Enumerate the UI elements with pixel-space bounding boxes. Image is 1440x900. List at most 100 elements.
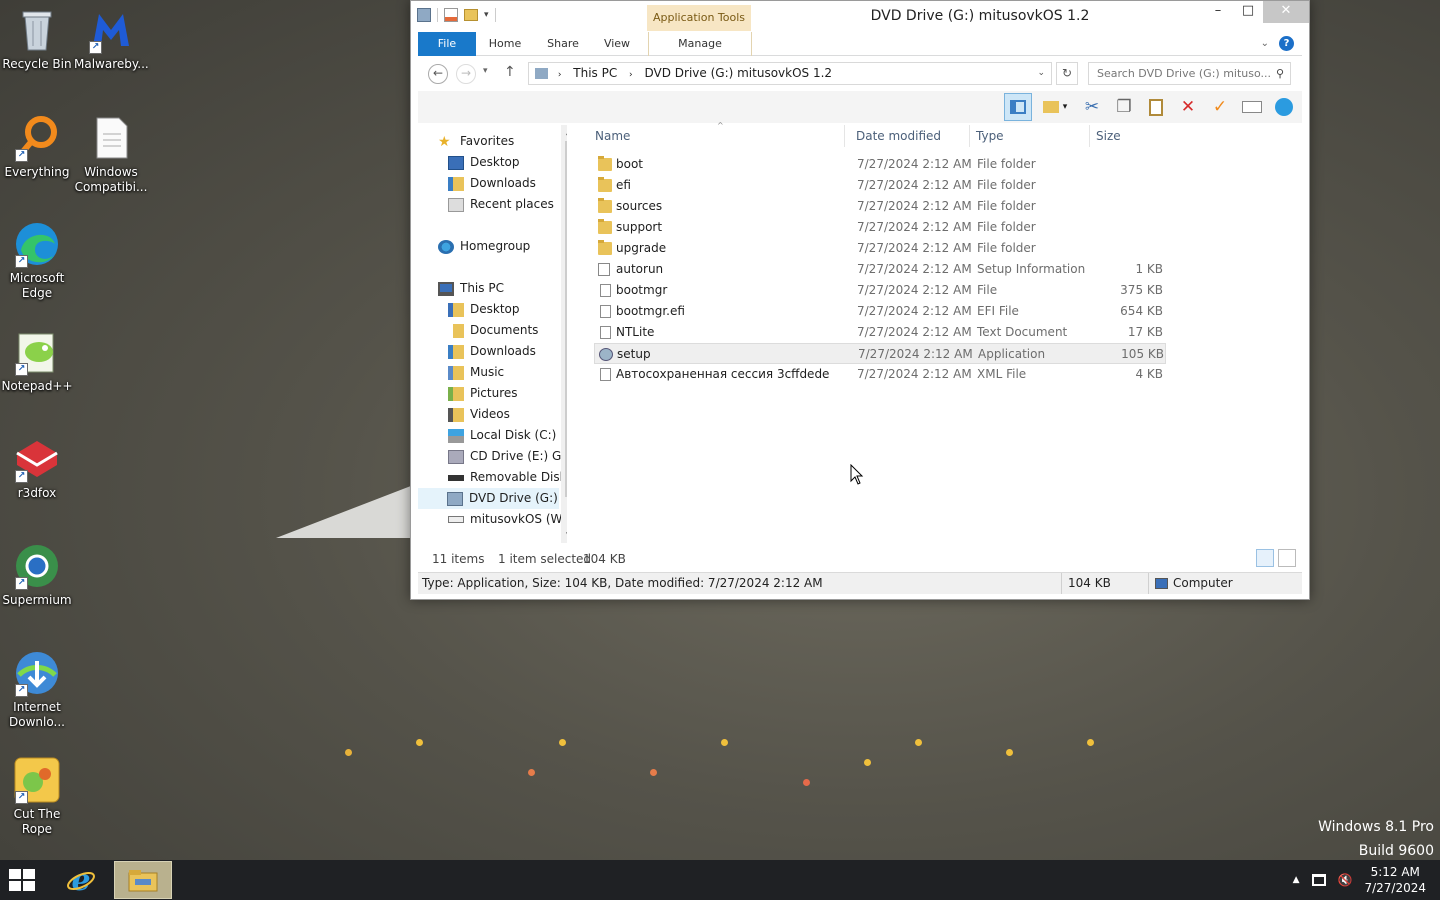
folder-icon <box>598 177 612 192</box>
open-with-icon[interactable]: ▾ <box>1036 93 1074 121</box>
file-row[interactable]: autorun 7/27/2024 2:12 AM Setup Informatio… <box>594 259 1166 280</box>
tab-share[interactable]: Share <box>538 32 588 56</box>
file-list[interactable]: ^ Name Date modified Type Size boot 7/27/… <box>589 121 1303 543</box>
nav-pc-videos[interactable]: Videos <box>448 404 567 425</box>
recent-locations-chevron-icon[interactable]: ▾ <box>483 66 488 76</box>
file-row[interactable]: efi 7/27/2024 2:12 AM File folder <box>594 175 1166 196</box>
wallpaper-dot <box>721 739 728 746</box>
nav-pc-downloads[interactable]: Downloads <box>448 341 567 362</box>
refresh-button[interactable]: ↻ <box>1056 62 1078 85</box>
globe-icon[interactable] <box>1270 93 1298 121</box>
search-icon[interactable]: ⚲ <box>1276 63 1284 84</box>
large-icons-view-button[interactable] <box>1278 549 1296 567</box>
up-arrow-icon[interactable]: ↑ <box>504 64 516 80</box>
cut-icon[interactable]: ✂ <box>1078 93 1106 121</box>
search-input[interactable]: Search DVD Drive (G:) mituso... ⚲ <box>1088 62 1291 85</box>
nav-homegroup[interactable]: Homegroup <box>438 236 567 257</box>
desktop-icon-malwarebytes[interactable]: ↗ Malwareby... <box>74 6 149 72</box>
navigation-pane[interactable]: ★ Favorites Desktop Downloads Recent pla… <box>418 125 567 543</box>
forward-button[interactable]: → <box>456 64 476 84</box>
delete-icon[interactable]: ✕ <box>1174 93 1202 121</box>
explorer-window[interactable]: ▾ Application Tools DVD Drive (G:) mitus… <box>410 0 1310 600</box>
homegroup-icon <box>438 239 454 254</box>
paste-icon[interactable] <box>1142 93 1170 121</box>
volume-muted-icon[interactable]: 🔇 <box>1338 873 1353 887</box>
taskbar-internet-explorer[interactable]: e <box>52 861 110 899</box>
tab-view[interactable]: View <box>594 32 640 56</box>
breadcrumb-current[interactable]: DVD Drive (G:) mitusovkOS 1.2 <box>644 66 832 80</box>
nav-this-pc[interactable]: This PC <box>438 278 567 299</box>
text-file-icon <box>87 114 135 162</box>
nav-mitusovkos[interactable]: mitusovkOS (W:) <box>448 509 567 530</box>
close-button[interactable]: ✕ <box>1263 1 1309 23</box>
file-row[interactable]: boot 7/27/2024 2:12 AM File folder <box>594 154 1166 175</box>
rename-icon[interactable] <box>1238 93 1266 121</box>
desktop-icon-everything[interactable]: ↗ Everything <box>0 114 74 180</box>
nav-pc-music[interactable]: Music <box>448 362 567 383</box>
maximize-button[interactable]: □ <box>1233 1 1263 23</box>
expand-ribbon-icon[interactable]: ⌄ <box>1261 38 1269 49</box>
start-button[interactable] <box>9 869 37 893</box>
file-row[interactable]: Автосохраненная сессия 3cffdede 7/27/2024… <box>594 364 1166 385</box>
window-titlebar[interactable]: ▾ Application Tools DVD Drive (G:) mitus… <box>411 1 1309 31</box>
nav-removable-disk[interactable]: Removable Disk ( <box>448 467 567 488</box>
checkmark-icon[interactable]: ✓ <box>1206 93 1234 121</box>
file-type: File folder <box>977 199 1036 213</box>
nav-fav-desktop[interactable]: Desktop <box>448 152 567 173</box>
scroll-down-icon[interactable]: ▼ <box>561 531 567 541</box>
tab-file[interactable]: File <box>418 32 476 56</box>
scroll-up-icon[interactable]: ▲ <box>561 127 567 137</box>
column-header-size[interactable]: Size <box>1090 125 1170 147</box>
pictures-folder-icon <box>448 386 464 401</box>
file-row[interactable]: support 7/27/2024 2:12 AM File folder <box>594 217 1166 238</box>
help-icon[interactable]: ? <box>1279 36 1294 51</box>
file-row[interactable]: bootmgr 7/27/2024 2:12 AM File 375 KB <box>594 280 1166 301</box>
file-row[interactable]: sources 7/27/2024 2:12 AM File folder <box>594 196 1166 217</box>
file-size: 654 KB <box>1120 304 1163 318</box>
desktop-icon-notepadpp[interactable]: ↗ Notepad++ <box>0 328 74 394</box>
desktop-icon-windows-compat[interactable]: Windows Compatibi... <box>74 114 148 195</box>
column-header-type[interactable]: Type <box>970 125 1090 147</box>
navigation-pane-icon[interactable] <box>1004 93 1032 121</box>
desktop-icon-edge[interactable]: ↗ Microsoft Edge <box>0 220 74 301</box>
desktop-icon-recycle-bin[interactable]: Recycle Bin <box>0 6 74 72</box>
desktop-icon-supermium[interactable]: ↗ Supermium <box>0 542 74 608</box>
clock[interactable]: 5:12 AM 7/27/2024 <box>1364 864 1426 896</box>
file-row[interactable]: bootmgr.efi 7/27/2024 2:12 AM EFI File 654 … <box>594 301 1166 322</box>
details-view-button[interactable] <box>1256 549 1274 567</box>
desktop-icon-cut-the-rope[interactable]: ↗ Cut The Rope <box>0 756 74 837</box>
nav-fav-recent[interactable]: Recent places <box>448 194 567 215</box>
file-row[interactable]: NTLite 7/27/2024 2:12 AM Text Document 17 K… <box>594 322 1166 343</box>
breadcrumb-this-pc[interactable]: This PC <box>573 66 617 80</box>
nav-pc-documents[interactable]: Documents <box>448 320 567 341</box>
back-button[interactable]: ← <box>428 64 448 84</box>
desktop-icon-r3dfox[interactable]: ↗ r3dfox <box>0 435 74 501</box>
nav-favorites[interactable]: ★ Favorites <box>438 131 567 152</box>
column-header-date[interactable]: Date modified <box>850 125 970 147</box>
svg-text:e: e <box>71 865 90 895</box>
scrollbar-thumb[interactable] <box>565 141 567 497</box>
supermium-icon: ↗ <box>13 542 61 590</box>
address-dropdown-icon[interactable]: ⌄ <box>1037 63 1045 84</box>
file-date: 7/27/2024 2:12 AM <box>857 157 972 171</box>
show-hidden-icons-icon[interactable]: ▲ <box>1293 875 1300 885</box>
tab-home[interactable]: Home <box>480 32 530 56</box>
shortcut-arrow-icon: ↗ <box>15 149 28 162</box>
taskbar-file-explorer[interactable] <box>114 861 172 899</box>
nav-cd-drive[interactable]: CD Drive (E:) GPa <box>448 446 567 467</box>
desktop-icon-idm[interactable]: ↗ Internet Downlo... <box>0 649 74 730</box>
nav-dvd-drive[interactable]: DVD Drive (G:) m <box>418 488 567 509</box>
network-icon[interactable] <box>1311 874 1326 886</box>
file-row[interactable]: upgrade 7/27/2024 2:12 AM File folder <box>594 238 1166 259</box>
column-header-name[interactable]: Name <box>589 125 845 147</box>
nav-pc-desktop[interactable]: Desktop <box>448 299 567 320</box>
tab-manage[interactable]: Manage <box>648 32 752 56</box>
file-row-selected[interactable]: setup 7/27/2024 2:12 AM Application 105 KB <box>594 343 1166 364</box>
copy-icon[interactable]: ❐ <box>1110 93 1138 121</box>
minimize-button[interactable]: – <box>1203 1 1233 23</box>
nav-scrollbar[interactable]: ▲ ▼ <box>561 125 567 543</box>
nav-pc-pictures[interactable]: Pictures <box>448 383 567 404</box>
nav-local-disk[interactable]: Local Disk (C:) <box>448 425 567 446</box>
address-box[interactable]: › This PC › DVD Drive (G:) mitusovkOS 1.… <box>528 62 1052 85</box>
nav-fav-downloads[interactable]: Downloads <box>448 173 567 194</box>
